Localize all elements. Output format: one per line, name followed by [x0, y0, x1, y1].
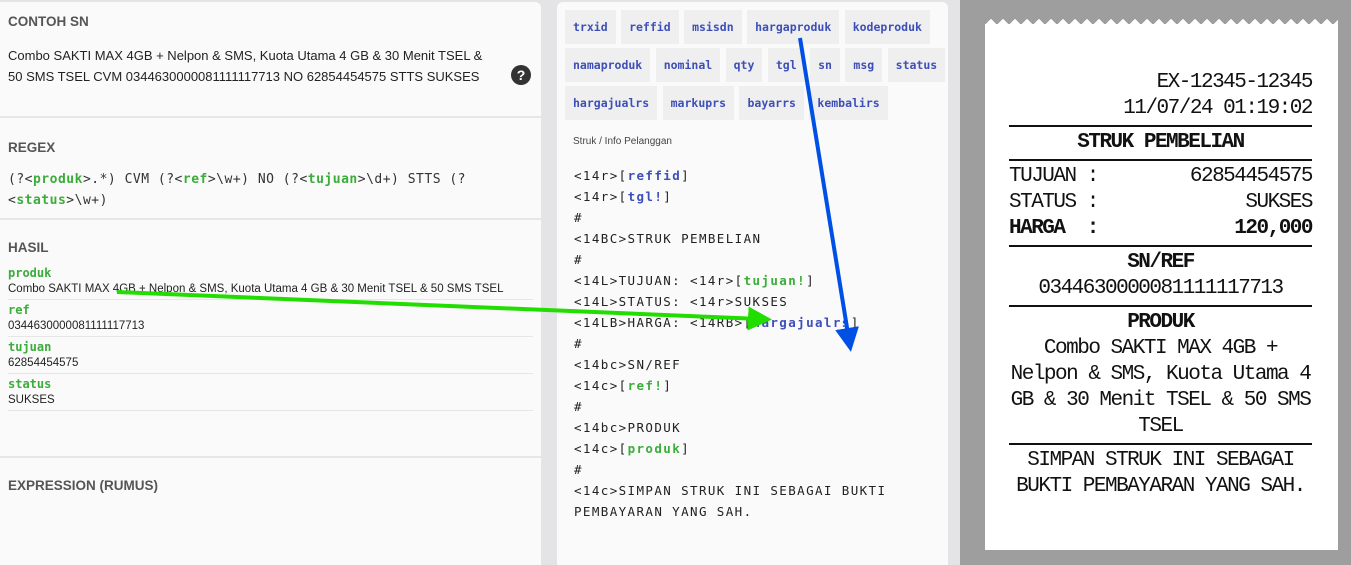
green-arrow — [116, 290, 772, 331]
blue-arrow — [798, 37, 859, 352]
annotation-arrows — [116, 37, 859, 352]
